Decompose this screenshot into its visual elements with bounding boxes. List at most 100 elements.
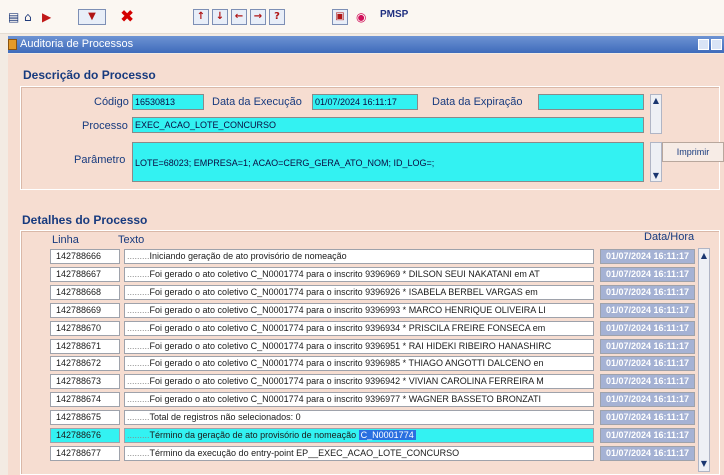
data-hora-cell[interactable]: 01/07/2024 16:11:17 bbox=[600, 320, 695, 336]
data-hora-cell[interactable]: 01/07/2024 16:11:17 bbox=[600, 266, 695, 282]
data-hora-cell[interactable]: 01/07/2024 16:11:17 bbox=[600, 445, 695, 461]
codigo-label: Código bbox=[94, 96, 129, 108]
linha-cell[interactable]: 142788675 bbox=[50, 410, 120, 426]
query-icon[interactable]: ▼ bbox=[78, 9, 106, 25]
data-hora-cell[interactable]: 01/07/2024 16:11:17 bbox=[600, 392, 695, 408]
texto-value: Foi gerado o ato coletivo C_N0001774 par… bbox=[149, 358, 544, 369]
texto-cell[interactable]: .........Foi gerado o ato coletivo C_N00… bbox=[124, 266, 594, 282]
texto-cell[interactable]: .........Término da execução do entry-po… bbox=[124, 445, 594, 461]
home-icon[interactable]: ⌂ bbox=[24, 9, 32, 25]
linha-cell[interactable]: 142788674 bbox=[50, 392, 120, 408]
texto-value: Foi gerado o ato coletivo C_N0001774 par… bbox=[149, 322, 546, 333]
pmsp-label: PMSP bbox=[380, 9, 409, 20]
data-hora-cell[interactable]: 01/07/2024 16:11:17 bbox=[600, 338, 695, 354]
table-row[interactable]: 142788671 .........Foi gerado o ato colet… bbox=[50, 338, 695, 354]
texto-cell[interactable]: .........Foi gerado o ato coletivo C_N00… bbox=[124, 320, 594, 336]
linha-cell[interactable]: 142788672 bbox=[50, 356, 120, 372]
texto-cell[interactable]: .........Foi gerado o ato coletivo C_N00… bbox=[124, 374, 594, 390]
imprimir-button[interactable]: Imprimir bbox=[662, 142, 724, 162]
help-icon[interactable]: ? bbox=[269, 9, 285, 25]
texto-value: Foi gerado o ato coletivo C_N0001774 par… bbox=[149, 268, 540, 279]
table-row[interactable]: 142788672 .........Foi gerado o ato colet… bbox=[50, 356, 695, 372]
toolbar: ▤ ⌂ ▶ ▼ ✖ ↑ ↓ ← → ? ▣ ◉ PMSP bbox=[0, 0, 724, 34]
scroll-up-icon[interactable]: ▲ bbox=[651, 96, 661, 106]
texto-cell[interactable]: .........Foi gerado o ato coletivo C_N00… bbox=[124, 356, 594, 372]
linha-cell[interactable]: 142788666 bbox=[50, 249, 120, 264]
texto-cell[interactable]: .........Iniciando geração de ato provis… bbox=[124, 249, 594, 264]
texto-cell[interactable]: .........Término da geração de ato provi… bbox=[124, 428, 594, 443]
data-execucao-field[interactable]: 01/07/2024 16:11:17 bbox=[312, 94, 418, 110]
codigo-field[interactable]: 16530813 bbox=[132, 94, 204, 110]
table-scroll-down-icon[interactable]: ▼ bbox=[699, 459, 709, 469]
detalhes-section-title: Detalhes do Processo bbox=[22, 213, 148, 227]
texto-cell[interactable]: .........Foi gerado o ato coletivo C_N00… bbox=[124, 392, 594, 408]
linha-cell[interactable]: 142788677 bbox=[50, 445, 120, 461]
data-hora-cell[interactable]: 01/07/2024 16:11:17 bbox=[600, 356, 695, 372]
col-texto-header: Texto bbox=[118, 234, 145, 246]
data-hora-cell[interactable]: 01/07/2024 16:11:17 bbox=[600, 249, 695, 264]
descricao-section-title: Descrição do Processo bbox=[23, 68, 156, 82]
linha-cell[interactable]: 142788673 bbox=[50, 374, 120, 390]
texto-value: Total de registros não selecionados: 0 bbox=[149, 412, 301, 423]
window-titlebar: Auditoria de Processos bbox=[8, 36, 724, 53]
texto-value: Foi gerado o ato coletivo C_N0001774 par… bbox=[149, 394, 542, 405]
data-hora-cell[interactable]: 01/07/2024 16:11:17 bbox=[600, 428, 695, 443]
close-icon[interactable]: ✖ bbox=[120, 9, 134, 26]
up-icon[interactable]: ↑ bbox=[193, 9, 209, 25]
texto-value: Término da execução do entry-point EP__E… bbox=[149, 447, 460, 458]
data-expiracao-label: Data da Expiração bbox=[432, 96, 523, 108]
minimize-icon[interactable] bbox=[698, 39, 709, 50]
processo-scrollbar[interactable]: ▲ bbox=[650, 94, 662, 134]
selected-text: C_N0001774 bbox=[358, 430, 416, 440]
texto-cell[interactable]: .........Foi gerado o ato coletivo C_N00… bbox=[124, 284, 594, 300]
left-icon[interactable]: ← bbox=[231, 9, 247, 25]
save-icon[interactable]: ▤ bbox=[8, 9, 19, 25]
table-row[interactable]: 142788675 .........Total de registros não… bbox=[50, 410, 695, 426]
exit-icon[interactable]: ▶ bbox=[42, 9, 51, 25]
table-scroll-up-icon[interactable]: ▲ bbox=[699, 251, 709, 261]
linha-cell[interactable]: 142788676 bbox=[50, 428, 120, 443]
data-hora-cell[interactable]: 01/07/2024 16:11:17 bbox=[600, 374, 695, 390]
texto-cell[interactable]: .........Foi gerado o ato coletivo C_N00… bbox=[124, 302, 594, 318]
table-row[interactable]: 142788667 .........Foi gerado o ato colet… bbox=[50, 266, 695, 282]
texto-cell[interactable]: .........Foi gerado o ato coletivo C_N00… bbox=[124, 338, 594, 354]
linha-cell[interactable]: 142788667 bbox=[50, 266, 120, 282]
parametro-field[interactable]: LOTE=68023; EMPRESA=1; ACAO=CERG_GERA_AT… bbox=[132, 142, 644, 182]
texto-value: Foi gerado o ato coletivo C_N0001774 par… bbox=[149, 340, 552, 351]
table-row[interactable]: 142788677 .........Término da execução do… bbox=[50, 445, 695, 461]
app-icon bbox=[8, 39, 17, 50]
data-hora-cell[interactable]: 01/07/2024 16:11:17 bbox=[600, 302, 695, 318]
data-expiracao-field[interactable] bbox=[538, 94, 644, 110]
detalhes-scrollbar[interactable]: ▲ ▼ bbox=[698, 248, 710, 472]
table-row[interactable]: 142788669 .........Foi gerado o ato colet… bbox=[50, 302, 695, 318]
processo-label: Processo bbox=[82, 120, 128, 132]
form-panel: Descrição do Processo Código 16530813 Da… bbox=[8, 54, 724, 475]
texto-value: Término da geração de ato provisório de … bbox=[149, 430, 357, 440]
table-row[interactable]: 142788674 .........Foi gerado o ato colet… bbox=[50, 392, 695, 408]
right-icon[interactable]: → bbox=[250, 9, 266, 25]
table-row[interactable]: 142788666 .........Iniciando geração de a… bbox=[50, 249, 695, 264]
texto-cell[interactable]: .........Total de registros não selecion… bbox=[124, 410, 594, 426]
linha-cell[interactable]: 142788671 bbox=[50, 338, 120, 354]
down-icon[interactable]: ↓ bbox=[212, 9, 228, 25]
table-row[interactable]: 142788668 .........Foi gerado o ato colet… bbox=[50, 284, 695, 300]
processo-field[interactable]: EXEC_ACAO_LOTE_CONCURSO bbox=[132, 117, 644, 133]
texto-value: Foi gerado o ato coletivo C_N0001774 par… bbox=[149, 286, 538, 297]
texto-value: Foi gerado o ato coletivo C_N0001774 par… bbox=[149, 304, 546, 315]
table-row[interactable]: 142788673 .........Foi gerado o ato colet… bbox=[50, 374, 695, 390]
data-hora-cell[interactable]: 01/07/2024 16:11:17 bbox=[600, 284, 695, 300]
table-row[interactable]: 142788676 .........Término da geração de … bbox=[50, 428, 695, 443]
linha-cell[interactable]: 142788670 bbox=[50, 320, 120, 336]
data-execucao-label: Data da Execução bbox=[212, 96, 302, 108]
table-row[interactable]: 142788670 .........Foi gerado o ato colet… bbox=[50, 320, 695, 336]
col-linha-header: Linha bbox=[52, 234, 79, 246]
window-title: Auditoria de Processos bbox=[20, 38, 134, 50]
parametro-scrollbar[interactable]: ▼ bbox=[650, 142, 662, 182]
scroll-down-icon[interactable]: ▼ bbox=[651, 171, 661, 181]
linha-cell[interactable]: 142788668 bbox=[50, 284, 120, 300]
window-icon[interactable]: ▣ bbox=[332, 9, 348, 25]
data-hora-cell[interactable]: 01/07/2024 16:11:17 bbox=[600, 410, 695, 426]
maximize-icon[interactable] bbox=[711, 39, 722, 50]
linha-cell[interactable]: 142788669 bbox=[50, 302, 120, 318]
color-icon[interactable]: ◉ bbox=[356, 9, 366, 25]
